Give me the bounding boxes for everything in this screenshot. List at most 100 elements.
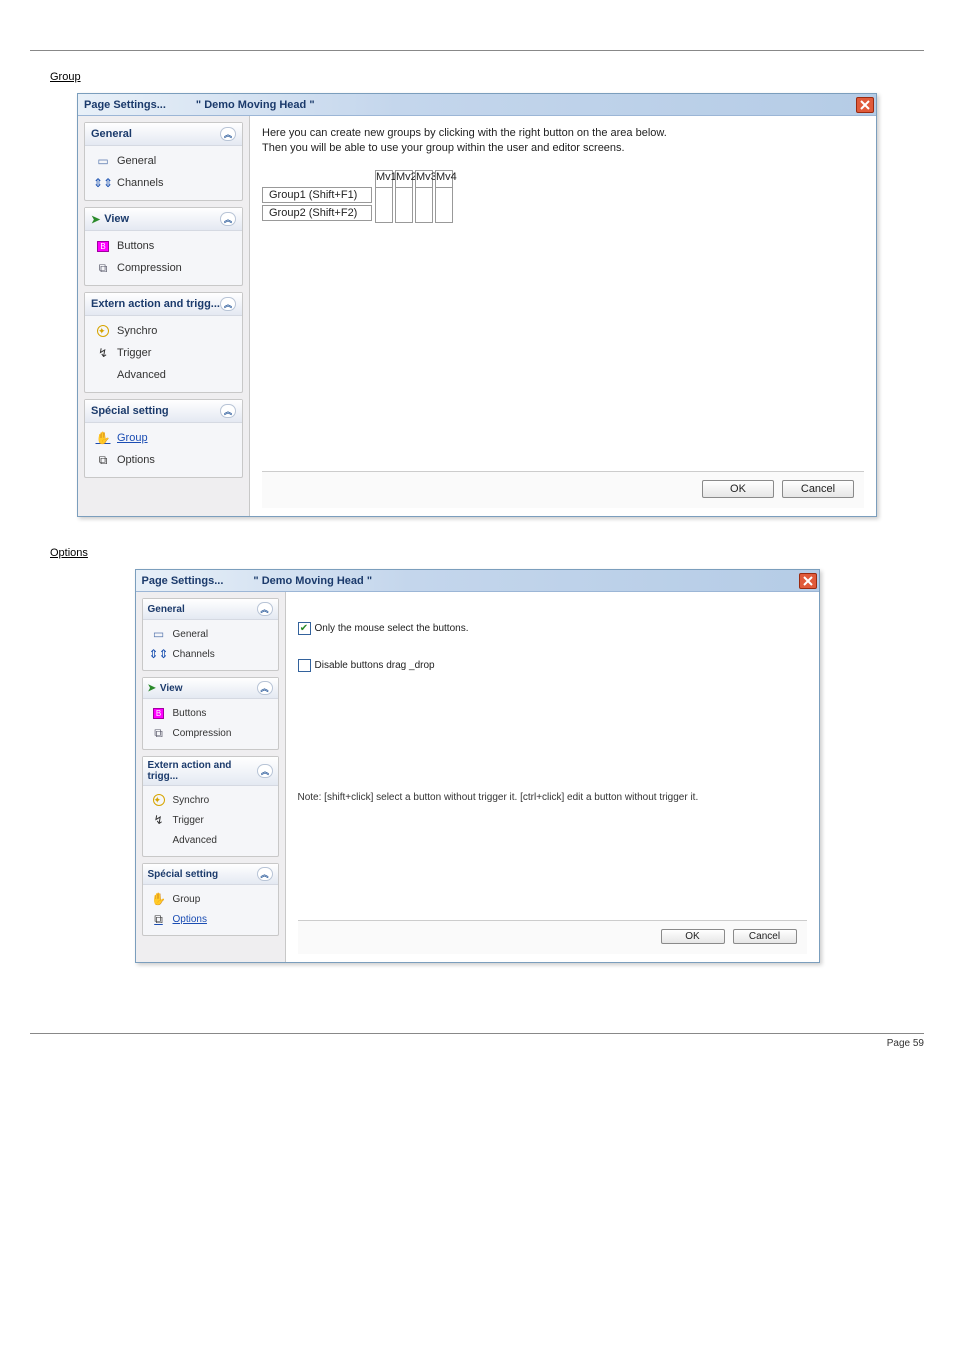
sidebar-item-label: Channels: [173, 649, 215, 660]
ok-button[interactable]: OK: [702, 480, 774, 498]
sliders-icon: ⇕⇕: [151, 646, 167, 662]
intro-text: Here you can create new groups by clicki…: [262, 126, 864, 156]
checkbox-icon-checked[interactable]: ✔: [298, 622, 311, 635]
fixture-header[interactable]: Mv1: [375, 170, 393, 188]
sidebar-item-trigger[interactable]: ↯ Trigger: [145, 810, 276, 830]
titlebar[interactable]: Page Settings... " Demo Moving Head ": [78, 94, 876, 116]
sidebar-item-buttons[interactable]: B Buttons: [87, 235, 240, 257]
sidebar-item-advanced[interactable]: Advanced: [87, 364, 240, 386]
page-icon: ▭: [151, 626, 167, 642]
close-icon[interactable]: [856, 97, 874, 113]
settings-sidebar: General ︽ ▭ General ⇕⇕ Channels: [136, 592, 286, 962]
sidebar-item-trigger[interactable]: ↯ Trigger: [87, 342, 240, 364]
fixture-header[interactable]: Mv4: [435, 170, 453, 188]
checkbox-icon-unchecked[interactable]: [298, 659, 311, 672]
sidebar-item-options[interactable]: ⧉ Options: [145, 909, 276, 929]
sidebar-item-general[interactable]: ▭ General: [87, 150, 240, 172]
note-text: Note: [shift+click] select a button with…: [298, 792, 807, 803]
sidebar-item-label: Buttons: [173, 708, 207, 719]
fixture-header[interactable]: Mv3: [415, 170, 433, 188]
content-panel-options: ✔ Only the mouse select the buttons. Dis…: [286, 592, 819, 962]
nav-header-general[interactable]: General ︽: [85, 123, 242, 146]
checkbox-only-mouse[interactable]: ✔ Only the mouse select the buttons.: [298, 622, 807, 635]
blank-icon: [151, 832, 167, 848]
nav-header-general[interactable]: General ︽: [143, 599, 278, 620]
chevron-up-icon[interactable]: ︽: [220, 212, 236, 226]
sidebar-item-label: Compression: [173, 728, 232, 739]
sidebar-item-group[interactable]: ✋ Group: [145, 889, 276, 909]
sidebar-item-label: Buttons: [117, 240, 154, 252]
nav-panel-special: Spécial setting ︽ ✋ Group ⧉ Options: [84, 399, 243, 478]
group-grid[interactable]: Mv1 Mv2 Mv3 Mv4 Group1 (Shift+F1) Group2…: [262, 170, 864, 230]
titlebar[interactable]: Page Settings... " Demo Moving Head ": [136, 570, 819, 592]
cursor-icon: ↯: [95, 345, 111, 361]
compression-icon: ⧉: [95, 260, 111, 276]
sidebar-item-advanced[interactable]: Advanced: [145, 830, 276, 850]
nav-header-extern[interactable]: Extern action and trigg... ︽: [143, 757, 278, 786]
title-mid: " Demo Moving Head ": [196, 99, 856, 111]
sidebar-item-general[interactable]: ▭ General: [145, 624, 276, 644]
nav-header-special[interactable]: Spécial setting ︽: [85, 400, 242, 423]
sidebar-item-synchro[interactable]: ✦ Synchro: [87, 320, 240, 342]
nav-header-extern[interactable]: Extern action and trigg... ︽: [85, 293, 242, 316]
cancel-button[interactable]: Cancel: [733, 929, 797, 944]
hand-icon: ✋: [151, 891, 167, 907]
sidebar-item-buttons[interactable]: B Buttons: [145, 703, 276, 723]
chevron-up-icon[interactable]: ︽: [220, 127, 236, 141]
nav-header-view[interactable]: ➤View ︽: [143, 678, 278, 699]
sidebar-item-label: Group: [173, 894, 201, 905]
sidebar-item-synchro[interactable]: ✦ Synchro: [145, 790, 276, 810]
section-label-group: Group: [50, 71, 924, 83]
chevron-up-icon[interactable]: ︽: [220, 404, 236, 418]
page-settings-dialog-options: Page Settings... " Demo Moving Head " Ge…: [135, 569, 820, 963]
group-cell[interactable]: [415, 187, 433, 223]
checkbox-disable-drag[interactable]: Disable buttons drag _drop: [298, 659, 807, 672]
nav-panel-special: Spécial setting ︽ ✋ Group ⧉ Options: [142, 863, 279, 936]
chevron-up-icon[interactable]: ︽: [257, 681, 273, 695]
chevron-up-icon[interactable]: ︽: [257, 867, 273, 881]
ok-button[interactable]: OK: [661, 929, 725, 944]
group-cell[interactable]: [375, 187, 393, 223]
dialog-footer: OK Cancel: [298, 920, 807, 954]
group-row-1[interactable]: Group1 (Shift+F1): [262, 187, 372, 203]
compression-icon: ⧉: [151, 725, 167, 741]
sidebar-item-compression[interactable]: ⧉ Compression: [145, 723, 276, 743]
arrow-icon: ➤: [91, 213, 100, 226]
chevron-up-icon[interactable]: ︽: [220, 297, 236, 311]
hand-icon: ✋: [95, 430, 111, 446]
dialog-footer: OK Cancel: [262, 471, 864, 508]
close-icon[interactable]: [799, 573, 817, 589]
sidebar-item-label: Group: [117, 432, 148, 444]
options-icon: ⧉: [151, 911, 167, 927]
clock-icon: ✦: [95, 323, 111, 339]
page-number: Page 59: [30, 1033, 924, 1053]
cursor-icon: ↯: [151, 812, 167, 828]
sidebar-item-label: Channels: [117, 177, 163, 189]
chevron-up-icon[interactable]: ︽: [257, 764, 272, 778]
sidebar-item-label: Advanced: [117, 369, 166, 381]
title-left: Page Settings...: [84, 99, 166, 111]
sidebar-item-label: General: [173, 629, 209, 640]
title-left: Page Settings...: [142, 575, 224, 587]
sidebar-item-channels[interactable]: ⇕⇕ Channels: [145, 644, 276, 664]
cancel-button[interactable]: Cancel: [782, 480, 854, 498]
nav-panel-general: General ︽ ▭ General ⇕⇕ Channels: [142, 598, 279, 671]
nav-header-special[interactable]: Spécial setting ︽: [143, 864, 278, 885]
sidebar-item-label: General: [117, 155, 156, 167]
sidebar-item-label: Trigger: [173, 815, 204, 826]
sidebar-item-channels[interactable]: ⇕⇕ Channels: [87, 172, 240, 194]
nav-header-view[interactable]: ➤View ︽: [85, 208, 242, 231]
checkbox-label: Only the mouse select the buttons.: [315, 623, 469, 634]
fixture-header[interactable]: Mv2: [395, 170, 413, 188]
chevron-up-icon[interactable]: ︽: [257, 602, 273, 616]
sidebar-item-group[interactable]: ✋ Group: [87, 427, 240, 449]
sidebar-item-compression[interactable]: ⧉ Compression: [87, 257, 240, 279]
sidebar-item-options[interactable]: ⧉ Options: [87, 449, 240, 471]
checkbox-label: Disable buttons drag _drop: [315, 660, 435, 671]
group-row-2[interactable]: Group2 (Shift+F2): [262, 205, 372, 221]
blank-icon: [95, 367, 111, 383]
group-cell[interactable]: [435, 187, 453, 223]
group-cell[interactable]: [395, 187, 413, 223]
nav-panel-view: ➤View ︽ B Buttons ⧉ Compression: [142, 677, 279, 750]
nav-panel-general: General ︽ ▭ General ⇕⇕ Channels: [84, 122, 243, 201]
